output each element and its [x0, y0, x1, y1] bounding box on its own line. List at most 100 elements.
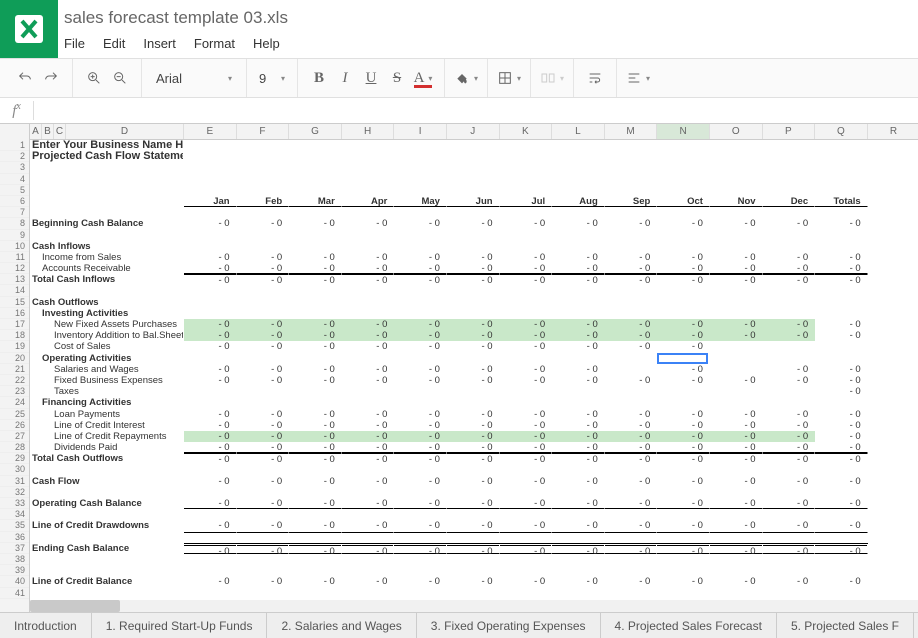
cell[interactable] [237, 241, 290, 252]
cell[interactable] [500, 509, 553, 520]
cell[interactable] [815, 151, 868, 162]
cell[interactable]: - 0 [237, 543, 290, 554]
cell[interactable]: - 0 [605, 274, 658, 285]
cell[interactable]: - 0 [237, 274, 290, 285]
cell[interactable]: - 0 [237, 409, 290, 420]
cell[interactable] [447, 509, 500, 520]
cell[interactable]: - 0 [342, 453, 395, 464]
cell[interactable] [500, 230, 553, 241]
grid-row-18[interactable]: Inventory Addition to Bal.Sheet- 0- 0- 0… [30, 330, 918, 341]
cell[interactable] [447, 285, 500, 296]
cell[interactable]: - 0 [184, 341, 237, 352]
cell[interactable]: - 0 [394, 476, 447, 487]
cell[interactable]: - 0 [237, 431, 290, 442]
cell[interactable]: - 0 [394, 364, 447, 375]
cell[interactable] [763, 297, 816, 308]
cell[interactable]: - 0 [815, 476, 868, 487]
cell[interactable] [447, 241, 500, 252]
cell[interactable]: - 0 [447, 375, 500, 386]
cell[interactable] [815, 207, 868, 218]
cell[interactable]: - 0 [763, 218, 816, 229]
cell[interactable]: Feb [237, 196, 290, 207]
row-header-9[interactable]: 9 [0, 230, 29, 241]
cell[interactable]: - 0 [815, 375, 868, 386]
grid-row-12[interactable]: Accounts Receivable- 0- 0- 0- 0- 0- 0- 0… [30, 263, 918, 274]
cell[interactable]: - 0 [394, 576, 447, 587]
cell[interactable] [657, 588, 710, 599]
cell[interactable] [552, 588, 605, 599]
cell[interactable]: Mar [289, 196, 342, 207]
cell[interactable]: - 0 [605, 375, 658, 386]
grid-row-21[interactable]: Salaries and Wages- 0- 0- 0- 0- 0- 0- 0-… [30, 364, 918, 375]
cell[interactable] [184, 397, 237, 408]
row-header-33[interactable]: 33 [0, 498, 29, 509]
row-header-3[interactable]: 3 [0, 162, 29, 173]
cell[interactable]: - 0 [710, 263, 763, 274]
cell[interactable] [184, 509, 237, 520]
cell[interactable] [500, 554, 553, 565]
cell[interactable] [657, 308, 710, 319]
cell[interactable] [763, 565, 816, 576]
cell[interactable] [394, 207, 447, 218]
cell[interactable] [500, 207, 553, 218]
cell[interactable] [605, 297, 658, 308]
cell[interactable]: - 0 [342, 476, 395, 487]
grid-row-13[interactable]: Total Cash Inflows- 0- 0- 0- 0- 0- 0- 0-… [30, 274, 918, 285]
grid-row-22[interactable]: Fixed Business Expenses- 0- 0- 0- 0- 0- … [30, 375, 918, 386]
cell[interactable]: - 0 [394, 375, 447, 386]
grid-row-32[interactable] [30, 487, 918, 498]
cell[interactable]: - 0 [657, 543, 710, 554]
cell[interactable] [552, 285, 605, 296]
cell[interactable] [763, 241, 816, 252]
sheet-tab[interactable]: 2. Salaries and Wages [267, 613, 416, 638]
cell[interactable] [184, 185, 237, 196]
cell[interactable]: - 0 [657, 498, 710, 509]
cell[interactable] [447, 174, 500, 185]
cell[interactable]: - 0 [500, 576, 553, 587]
cell[interactable] [237, 285, 290, 296]
cell[interactable]: - 0 [289, 431, 342, 442]
cell[interactable]: - 0 [394, 263, 447, 274]
cell[interactable] [763, 554, 816, 565]
cell[interactable]: - 0 [815, 576, 868, 587]
cell[interactable]: - 0 [289, 442, 342, 453]
cell[interactable] [237, 185, 290, 196]
cell[interactable] [394, 353, 447, 364]
cell[interactable] [342, 386, 395, 397]
cell[interactable]: - 0 [710, 576, 763, 587]
row-header-14[interactable]: 14 [0, 285, 29, 296]
cell[interactable]: - 0 [342, 218, 395, 229]
cell[interactable] [605, 140, 658, 151]
redo-button[interactable] [38, 65, 64, 91]
cell[interactable] [447, 532, 500, 543]
cell[interactable]: - 0 [815, 431, 868, 442]
cell[interactable]: - 0 [552, 252, 605, 263]
cell[interactable]: - 0 [342, 319, 395, 330]
cell[interactable] [657, 397, 710, 408]
cell[interactable] [342, 565, 395, 576]
menu-help[interactable]: Help [253, 36, 280, 51]
grid-row-20[interactable]: Operating Activities [30, 353, 918, 364]
cell[interactable]: - 0 [500, 520, 553, 531]
cell[interactable] [447, 554, 500, 565]
cell[interactable]: - 0 [605, 330, 658, 341]
cell[interactable] [289, 509, 342, 520]
cell[interactable] [500, 464, 553, 475]
cell[interactable] [763, 285, 816, 296]
grid-row-38[interactable] [30, 554, 918, 565]
cell[interactable] [289, 185, 342, 196]
grid-row-23[interactable]: Taxes- 0 [30, 386, 918, 397]
cell[interactable]: - 0 [342, 431, 395, 442]
cell[interactable]: - 0 [657, 453, 710, 464]
cell[interactable] [605, 353, 658, 364]
cell[interactable]: - 0 [289, 375, 342, 386]
cell[interactable] [342, 162, 395, 173]
cell[interactable] [342, 464, 395, 475]
cell[interactable] [710, 341, 763, 352]
cell[interactable]: - 0 [763, 330, 816, 341]
cell[interactable] [815, 353, 868, 364]
cell[interactable]: - 0 [394, 420, 447, 431]
cell[interactable] [184, 174, 237, 185]
cell[interactable] [815, 241, 868, 252]
cell[interactable]: - 0 [763, 520, 816, 531]
